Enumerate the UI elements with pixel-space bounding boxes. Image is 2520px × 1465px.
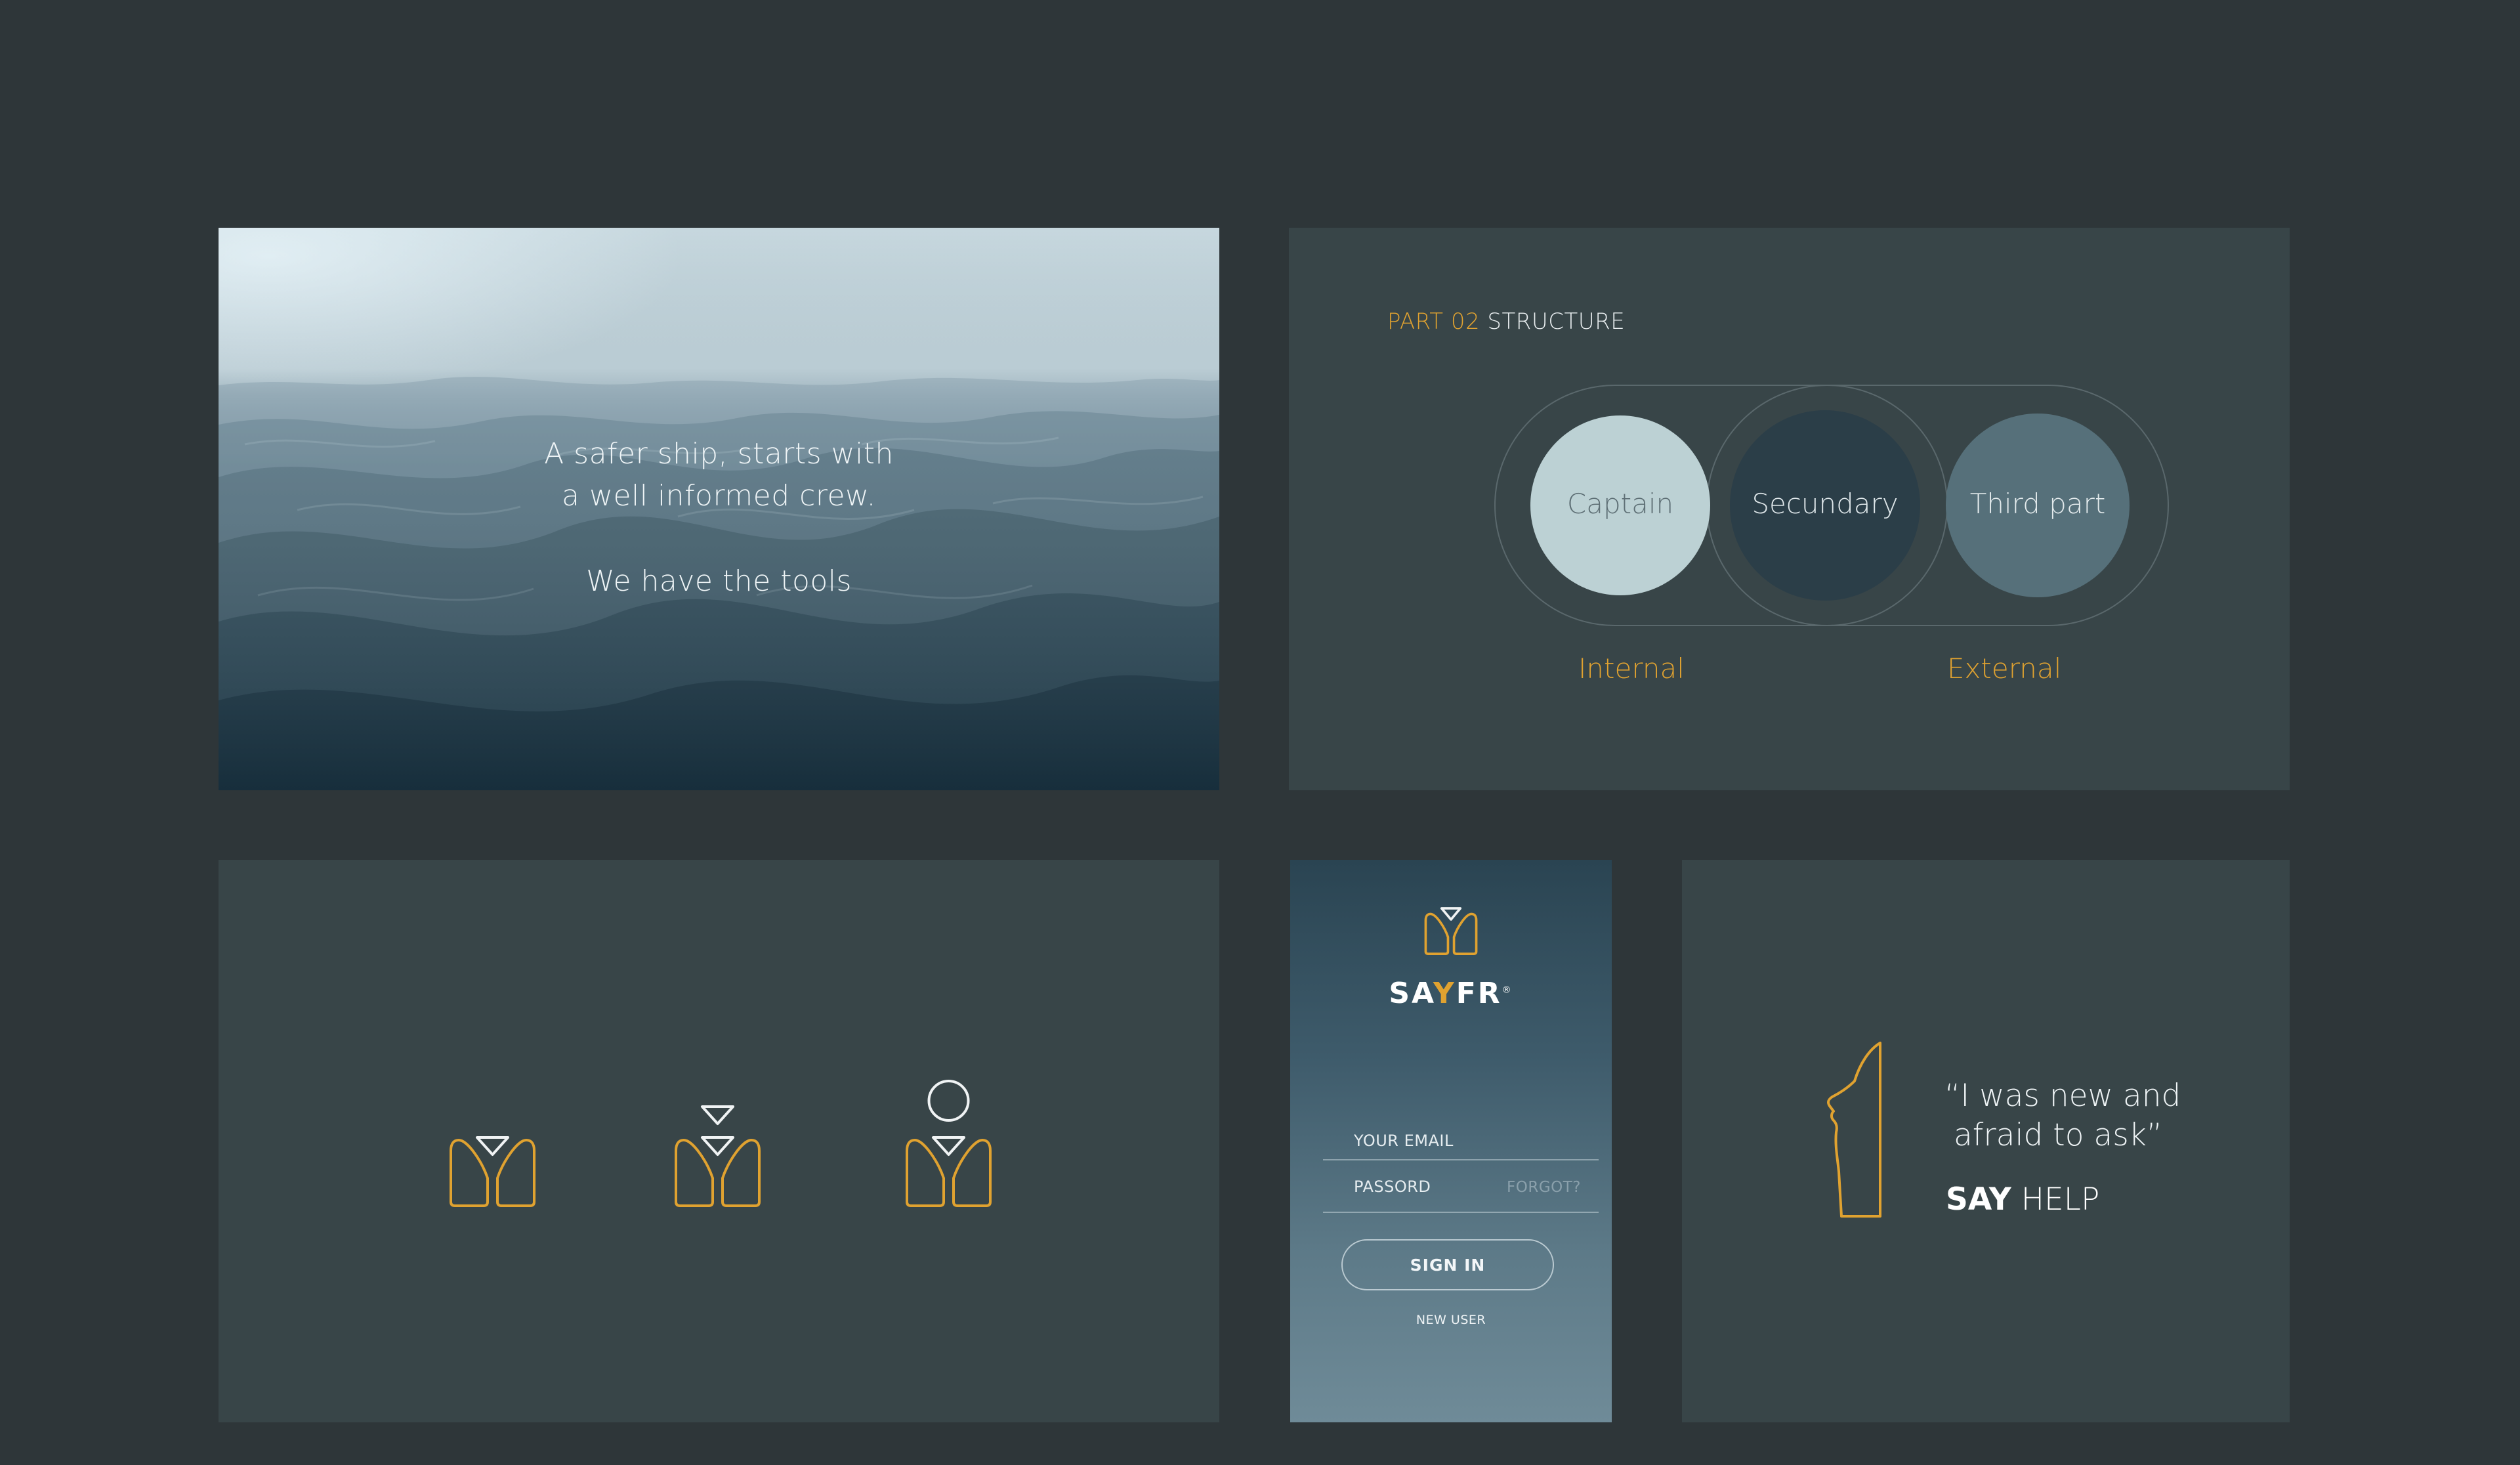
email-underline bbox=[1323, 1159, 1599, 1160]
password-field[interactable]: PASSORD bbox=[1354, 1178, 1431, 1196]
say-help-tagline: SAY HELP bbox=[1946, 1181, 2099, 1218]
new-user-link[interactable]: NEW USER bbox=[1290, 1313, 1612, 1327]
hero-tools-line: We have the tools bbox=[586, 564, 852, 598]
brand-highlight: Y bbox=[1433, 977, 1456, 1010]
brand-wordmark: SAYFR® bbox=[1290, 977, 1612, 1010]
sayfr-logo-icon bbox=[1424, 907, 1478, 955]
ocean-hero-card: A safer ship, starts with a well informe… bbox=[219, 228, 1219, 790]
email-field[interactable]: YOUR EMAIL bbox=[1354, 1132, 1454, 1150]
quote-line-1: “I was new and bbox=[1944, 1078, 2181, 1114]
internal-label: Internal bbox=[1578, 652, 1685, 685]
external-label: External bbox=[1947, 652, 2062, 685]
quote-card: “I was new and afraid to ask” SAY HELP bbox=[1682, 860, 2290, 1422]
brand-prefix: SA bbox=[1389, 977, 1433, 1010]
registered-mark: ® bbox=[1502, 985, 1513, 996]
hero-tagline-line-2: a well informed crew. bbox=[562, 479, 876, 513]
forgot-password-link[interactable]: FORGOT? bbox=[1507, 1179, 1581, 1196]
crew-icon bbox=[450, 1136, 536, 1207]
icon-variants-card bbox=[219, 860, 1219, 1422]
hero-tagline-line-1: A safer ship, starts with bbox=[544, 437, 894, 471]
crew-stacked-icon bbox=[675, 1105, 761, 1207]
quote-line-2: afraid to ask” bbox=[1954, 1117, 2163, 1153]
help-word: HELP bbox=[2021, 1181, 2100, 1218]
password-underline bbox=[1323, 1212, 1599, 1213]
brand-suffix: FR bbox=[1456, 977, 1502, 1010]
speaking-profile-icon bbox=[1826, 1042, 1881, 1218]
login-screen-card: SAYFR® YOUR EMAIL PASSORD FORGOT? SIGN I… bbox=[1290, 860, 1612, 1422]
say-word: SAY bbox=[1946, 1181, 2011, 1218]
secundary-label: Secundary bbox=[1752, 488, 1899, 520]
captain-label: Captain bbox=[1566, 488, 1674, 520]
sign-in-button[interactable]: SIGN IN bbox=[1341, 1239, 1554, 1290]
structure-card: PART 02 STRUCTURE Captain Secundary Thir… bbox=[1289, 228, 2290, 790]
quote-text: “I was new and afraid to ask” bbox=[1944, 1076, 2181, 1155]
third-part-label: Third part bbox=[1969, 488, 2106, 520]
crew-person-icon bbox=[906, 1080, 992, 1207]
